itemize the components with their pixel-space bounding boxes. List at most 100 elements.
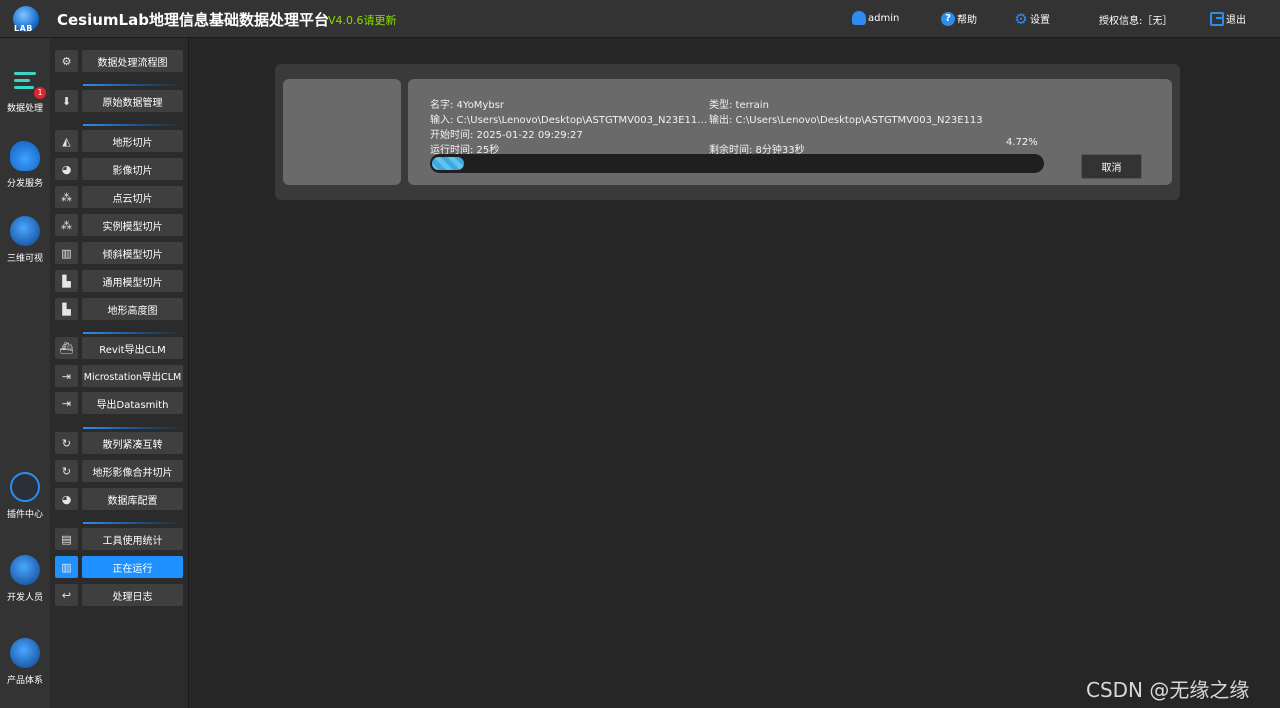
menu-item-pointcloud[interactable]: ⁂ 点云切片 (55, 186, 183, 208)
menu-item-database-config[interactable]: ◕ 数据库配置 (55, 488, 183, 510)
menu-item-instance-model[interactable]: ⁂ 实例模型切片 (55, 214, 183, 236)
task-output: 输出: C:\Users\Lenovo\Desktop\ASTGTMV003_N… (709, 115, 983, 126)
nav-label: 数据处理 (6, 104, 43, 114)
menu-item-label: Revit导出CLM (82, 337, 183, 359)
nav-plugin-center[interactable]: 插件中心 (0, 472, 50, 520)
task-start-time: 开始时间: 2025-01-22 09:29:27 (430, 130, 583, 141)
task-name: 名字: 4YoMybsr (430, 100, 505, 111)
pointcloud-icon: ⁂ (55, 186, 78, 208)
menu-item-label: 影像切片 (82, 158, 183, 180)
logo-text: LAB (14, 24, 33, 33)
app-title: CesiumLab地理信息基础数据处理平台 (57, 11, 329, 29)
menu-item-label: Microstation导出CLM (82, 365, 183, 387)
logout-button[interactable]: 退出 (1210, 11, 1246, 26)
menu-item-label: 数据处理流程图 (82, 50, 183, 72)
nav-developers[interactable]: 开发人员 (0, 555, 50, 603)
document-icon: ▤ (55, 528, 78, 550)
section-divider (83, 332, 184, 334)
cloud-icon (10, 141, 40, 171)
gear-icon: ⚙ (1014, 9, 1028, 28)
license-info[interactable]: 授权信息:［无］ (1099, 12, 1172, 27)
section-divider (83, 427, 184, 429)
settings-button[interactable]: ⚙ 设置 (1014, 11, 1050, 26)
menu-item-label: 通用模型切片 (82, 270, 183, 292)
nav-data-process[interactable]: 1 数据处理 (0, 66, 50, 114)
menu-item-microstation-export[interactable]: ⇥ Microstation导出CLM (55, 365, 183, 387)
task-type: 类型: terrain (709, 100, 769, 111)
menu-item-label: 处理日志 (82, 584, 183, 606)
section-divider (83, 522, 184, 524)
watermark: CSDN @无缘之缘 (1086, 678, 1250, 702)
nav-label: 分发服务 (6, 179, 43, 189)
menu-item-label: 点云切片 (82, 186, 183, 208)
progress-fill (432, 157, 464, 170)
menu-item-revit-export[interactable]: ⛴ Revit导出CLM (55, 337, 183, 359)
menu-item-merge-tiles[interactable]: ↻ 地形影像合并切片 (55, 460, 183, 482)
help-label: 帮助 (957, 15, 977, 26)
nav-distribution[interactable]: 分发服务 (0, 141, 50, 189)
side-menu: ⚙ 数据处理流程图 ⬇ 原始数据管理 ◭ 地形切片 ◕ 影像切片 ⁂ 点云切片 ⁂ 实例模型… (50, 38, 189, 708)
menu-item-raw-data[interactable]: ⬇ 原始数据管理 (55, 90, 183, 112)
nav-label: 产品体系 (6, 676, 43, 686)
help-button[interactable]: ? 帮助 (941, 11, 977, 26)
task-thumbnail (283, 79, 401, 185)
export-icon: ⇥ (55, 392, 78, 414)
convert-icon: ↻ (55, 460, 78, 482)
logout-icon (1210, 11, 1224, 26)
plugin-icon (10, 472, 40, 502)
menu-item-label: 散列紧凑互转 (82, 432, 183, 454)
oblique-model-icon: ▥ (55, 242, 78, 264)
general-model-icon: ▙ (55, 270, 78, 292)
menu-item-terrain[interactable]: ◭ 地形切片 (55, 130, 183, 152)
convert-icon: ↻ (55, 432, 78, 454)
menu-item-datasmith-export[interactable]: ⇥ 导出Datasmith (55, 392, 183, 414)
menu-item-label: 数据库配置 (82, 488, 183, 510)
settings-label: 设置 (1030, 15, 1050, 26)
help-icon: ? (941, 11, 955, 26)
user-icon (852, 11, 866, 25)
menu-item-process-log[interactable]: ↩ 处理日志 (55, 584, 183, 606)
menu-item-flowchart[interactable]: ⚙ 数据处理流程图 (55, 50, 183, 72)
heightmap-icon: ▙ (55, 298, 78, 320)
instance-model-icon: ⁂ (55, 214, 78, 236)
running-icon: ▥ (55, 556, 78, 578)
terrain-icon: ◭ (55, 130, 78, 152)
left-nav: 1 数据处理 分发服务 三维可视 插件中心 开发人员 产品体系 (0, 38, 50, 708)
menu-item-running[interactable]: ▥ 正在运行 (55, 556, 183, 578)
imagery-icon: ◕ (55, 158, 78, 180)
undo-icon: ↩ (55, 584, 78, 606)
data-process-icon: 1 (10, 66, 46, 99)
menu-item-tool-stats[interactable]: ▤ 工具使用统计 (55, 528, 183, 550)
user-name: admin (868, 12, 900, 24)
earth-icon (10, 638, 40, 668)
menu-item-oblique-model[interactable]: ▥ 倾斜模型切片 (55, 242, 183, 264)
menu-item-imagery[interactable]: ◕ 影像切片 (55, 158, 183, 180)
menu-item-label: 地形影像合并切片 (82, 460, 183, 482)
menu-item-label: 导出Datasmith (82, 392, 183, 414)
nav-label: 插件中心 (6, 510, 43, 520)
logout-label: 退出 (1226, 15, 1246, 26)
gear-icon: ⚙ (55, 50, 78, 72)
cancel-button[interactable]: 取消 (1081, 154, 1142, 179)
menu-item-label: 地形高度图 (82, 298, 183, 320)
nav-label: 三维可视 (6, 254, 43, 264)
menu-item-general-model[interactable]: ▙ 通用模型切片 (55, 270, 183, 292)
user-menu[interactable]: admin (852, 11, 899, 25)
menu-item-heightmap[interactable]: ▙ 地形高度图 (55, 298, 183, 320)
notification-badge: 1 (34, 87, 46, 99)
menu-item-label: 倾斜模型切片 (82, 242, 183, 264)
revit-icon: ⛴ (55, 337, 78, 359)
top-bar: LAB CesiumLab地理信息基础数据处理平台 V4.0.6请更新 admi… (0, 0, 1280, 38)
nav-3d-view[interactable]: 三维可视 (0, 216, 50, 264)
version-update-link[interactable]: V4.0.6请更新 (328, 12, 397, 28)
nav-label: 开发人员 (6, 593, 43, 603)
menu-item-label: 地形切片 (82, 130, 183, 152)
progress-bar (430, 154, 1044, 173)
menu-item-label: 实例模型切片 (82, 214, 183, 236)
menu-item-label: 工具使用统计 (82, 528, 183, 550)
menu-item-hash-compact[interactable]: ↻ 散列紧凑互转 (55, 432, 183, 454)
progress-percent: 4.72% (1006, 137, 1038, 148)
nav-products[interactable]: 产品体系 (0, 638, 50, 686)
earth-icon (10, 555, 40, 585)
section-divider (83, 84, 184, 86)
